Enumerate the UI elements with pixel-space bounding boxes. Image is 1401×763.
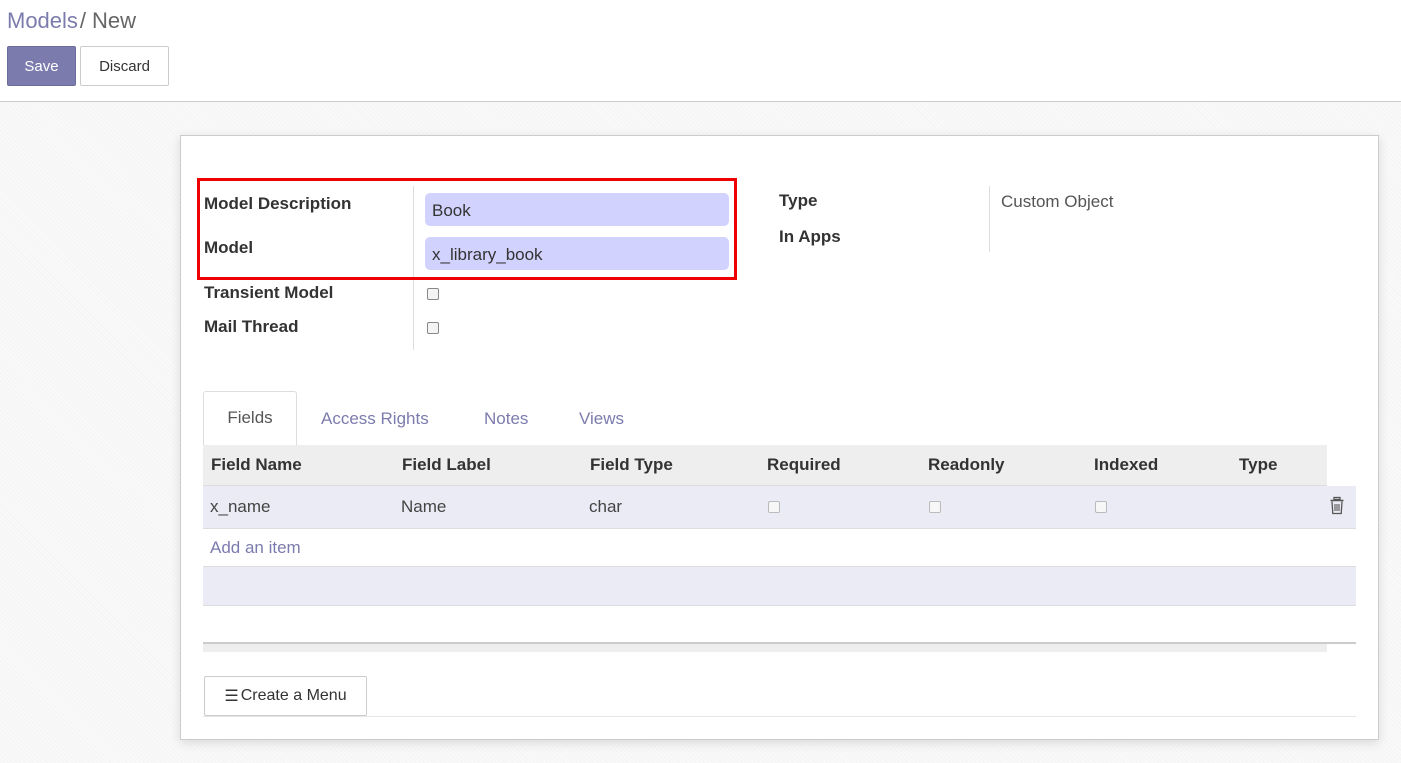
breadcrumb: Models/New — [7, 8, 136, 34]
save-button[interactable]: Save — [7, 46, 76, 86]
tab-views[interactable]: Views — [579, 409, 624, 429]
tab-notes[interactable]: Notes — [484, 409, 528, 429]
field-name-cell: x_name — [210, 497, 271, 516]
indexed-checkbox[interactable] — [1095, 501, 1107, 513]
discard-button[interactable]: Discard — [80, 46, 169, 86]
table-header: Field Name Field Label Field Type Requir… — [203, 445, 1327, 486]
breadcrumb-current: New — [92, 8, 137, 33]
in-apps-label: In Apps — [779, 227, 841, 246]
breadcrumb-models-link[interactable]: Models — [7, 8, 78, 33]
table-row[interactable]: x_name Name char — [203, 486, 1356, 529]
create-menu-button[interactable]: ☰ Create a Menu — [204, 676, 367, 716]
trash-icon[interactable] — [1329, 496, 1345, 516]
type-label: Type — [779, 191, 818, 210]
control-panel: Models/New Save Discard — [0, 0, 1401, 102]
type-value: Custom Object — [1001, 192, 1114, 211]
create-menu-label: Create a Menu — [240, 687, 347, 704]
field-label-cell: Name — [401, 497, 447, 516]
mail-thread-checkbox[interactable] — [427, 322, 439, 334]
right-label-separator — [989, 186, 990, 252]
transient-model-label: Transient Model — [204, 283, 334, 302]
column-header[interactable]: Readonly — [928, 455, 1005, 475]
field-type-cell: char — [589, 497, 623, 516]
transient-model-checkbox[interactable] — [427, 288, 439, 300]
tab-fields[interactable]: Fields — [203, 391, 297, 447]
required-checkbox[interactable] — [768, 501, 780, 513]
column-header[interactable]: Field Type — [590, 455, 673, 475]
horizontal-scrollbar[interactable] — [203, 644, 1327, 652]
mail-thread-label: Mail Thread — [204, 317, 299, 336]
column-header[interactable]: Required — [767, 455, 841, 475]
tab-access-rights[interactable]: Access Rights — [321, 409, 429, 429]
column-header[interactable]: Field Name — [211, 455, 302, 475]
readonly-checkbox[interactable] — [929, 501, 941, 513]
column-header[interactable]: Field Label — [402, 455, 491, 475]
column-header[interactable]: Indexed — [1094, 455, 1158, 475]
breadcrumb-separator: / — [79, 8, 87, 33]
column-header[interactable]: Type — [1239, 455, 1277, 475]
highlight-box — [197, 178, 737, 280]
bottom-divider — [203, 716, 1356, 717]
empty-table-row — [203, 566, 1356, 606]
add-item-link[interactable]: Add an item — [210, 538, 301, 558]
menu-icon: ☰ — [224, 688, 239, 705]
